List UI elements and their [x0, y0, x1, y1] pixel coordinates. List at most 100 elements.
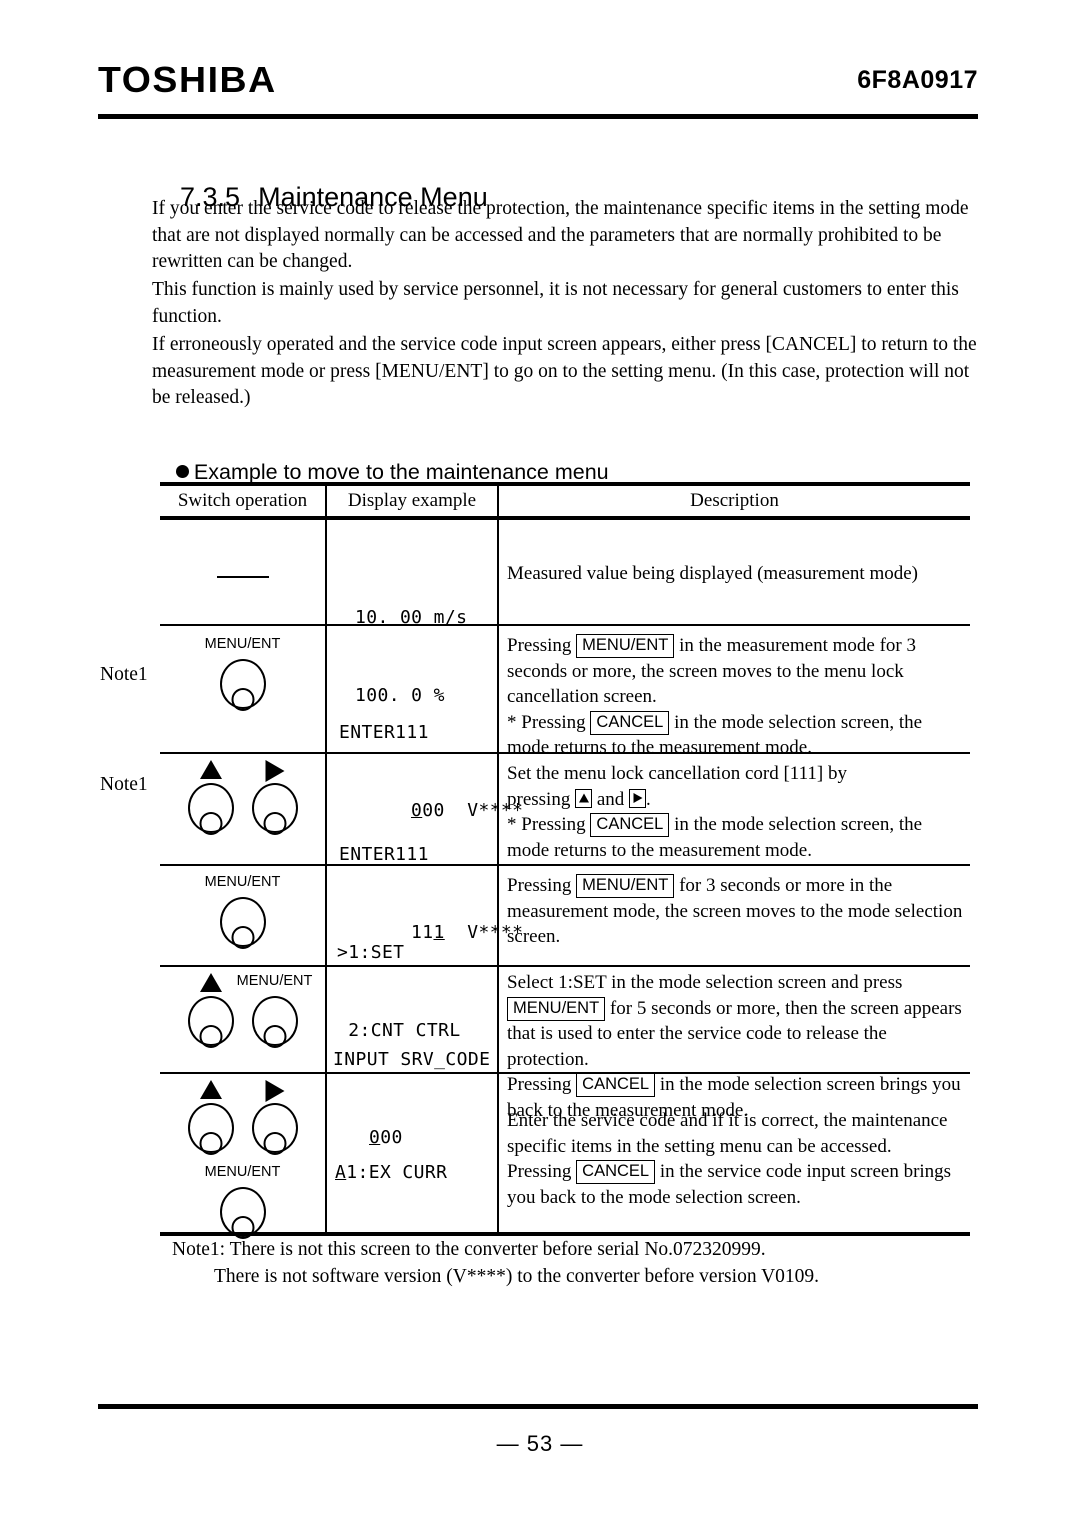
example-table: Switch operation Display example Descrip…: [160, 482, 970, 1237]
knob-icon: [219, 1187, 266, 1237]
note-label-row3: Note1: [100, 774, 148, 795]
triangle-right-icon: [265, 1080, 284, 1102]
button-group: MENU/ENT: [182, 973, 312, 1046]
footer-divider: [98, 1404, 978, 1409]
document-page: TOSHIBA 6F8A0917 7.3.5 Maintenance Menu I…: [0, 0, 1080, 1527]
description-cell: Measured value being displayed (measurem…: [507, 520, 970, 624]
up-arrow-button-icon[interactable]: [182, 1080, 240, 1153]
description-cell: Pressing MENU/ENT for 3 seconds or more …: [507, 864, 970, 965]
footnote-line-2: There is not software version (V****) to…: [214, 1266, 820, 1287]
knob-icon: [219, 659, 266, 709]
menu-ent-button-icon[interactable]: MENU/ENT: [205, 874, 280, 947]
triangle-up-icon: [199, 760, 222, 779]
description-cell: Select 1:SET in the mode selection scree…: [507, 965, 970, 1121]
button-caption: MENU/ENT: [236, 973, 313, 989]
display-example-cell: 10. 00 m/s 100. 0 %: [327, 520, 497, 706]
cancel-key-chip: CANCEL: [590, 813, 670, 837]
table-row: MENU/ENT INPUT SRV_CODE 000 Select 1:SET…: [160, 965, 970, 1148]
menu-ent-button-icon[interactable]: MENU/ENT: [237, 973, 312, 1046]
display-line: >1:SET: [337, 942, 405, 963]
knob-icon: [251, 1103, 298, 1153]
display-line: INPUT SRV_CODE: [333, 1049, 491, 1070]
description-text: Enter the service code and if it is corr…: [507, 1110, 948, 1157]
table-header-row: Switch operation Display example Descrip…: [160, 482, 970, 520]
column-header-description: Description: [690, 490, 779, 511]
page-header: TOSHIBA 6F8A0917: [98, 58, 978, 116]
triangle-right-icon: [633, 793, 643, 803]
header-divider: [98, 114, 978, 119]
right-arrow-key-chip: [629, 788, 647, 808]
no-operation-dash-icon: [216, 576, 269, 578]
button-group: [182, 760, 304, 833]
switch-operation-cell: [160, 752, 325, 864]
description-cell: Pressing MENU/ENT in the measurement mod…: [507, 624, 970, 758]
button-caption: MENU/ENT: [204, 874, 281, 890]
switch-operation-cell: [160, 520, 325, 624]
right-arrow-button-icon[interactable]: [246, 760, 304, 833]
button-group: MENU/ENT: [205, 874, 280, 947]
triangle-up-icon: [578, 793, 589, 803]
display-example-cell: >1:SET 2:CNT CTRL: [327, 864, 497, 1041]
knob-icon: [187, 996, 234, 1046]
description-text: Pressing CANCEL in the service code inpu…: [507, 1160, 952, 1208]
intro-paragraph-2: This function is mainly used by service …: [152, 279, 959, 327]
button-group: MENU/ENT: [205, 636, 280, 709]
switch-operation-cell: MENU/ENT: [160, 1072, 325, 1237]
column-header-switch-operation: Switch operation: [177, 490, 308, 511]
column-header-display-example: Display example: [347, 490, 477, 511]
display-example-cell: A1:EX CURR: [327, 1072, 497, 1236]
footnotes: Note1: There is not this screen to the c…: [172, 1236, 992, 1290]
display-example-cell: ENTER111 000 V****: [327, 624, 523, 821]
button-group: [182, 1080, 304, 1153]
triangle-up-icon: [199, 1080, 222, 1099]
right-arrow-button-icon[interactable]: [246, 1080, 304, 1153]
knob-icon: [251, 783, 298, 833]
cancel-key-chip: CANCEL: [576, 1160, 656, 1184]
description-text: Measured value being displayed (measurem…: [507, 563, 918, 584]
knob-icon: [187, 783, 234, 833]
menu-ent-button-icon[interactable]: MENU/ENT: [205, 1164, 280, 1237]
intro-paragraph-3: If erroneously operated and the service …: [152, 334, 977, 409]
description-cell: Set the menu lock cancellation cord [111…: [507, 752, 970, 864]
switch-operation-cell: MENU/ENT: [160, 864, 325, 965]
description-text: * Pressing CANCEL in the mode selection …: [507, 813, 923, 861]
menu-ent-button-icon[interactable]: MENU/ENT: [205, 636, 280, 709]
description-text: Select 1:SET in the mode selection scree…: [507, 972, 962, 1070]
display-example-cell: INPUT SRV_CODE 000: [327, 965, 497, 1148]
document-code: 6F8A0917: [857, 66, 978, 94]
table-row: MENU/ENT ENTER111 000 V**** Pressing MEN…: [160, 624, 970, 821]
table-row: MENU/ENT >1:SET 2:CNT CTRL Pressing MENU…: [160, 864, 970, 1041]
example-heading-text: Example to move to the maintenance menu: [193, 460, 609, 484]
triangle-right-icon: [265, 760, 284, 782]
bullet-dot-icon: [175, 465, 189, 478]
switch-operation-cell: MENU/ENT: [160, 624, 325, 752]
display-line: ENTER111: [339, 722, 429, 743]
knob-icon: [187, 1103, 234, 1153]
description-cell: Enter the service code and if it is corr…: [507, 1072, 970, 1236]
display-line: A1:EX CURR: [335, 1162, 448, 1183]
menu-ent-key-chip: MENU/ENT: [507, 996, 606, 1021]
description-text: Set the menu lock cancellation cord [111…: [507, 763, 847, 784]
intro-paragraph-1: If you enter the service code to release…: [152, 198, 969, 273]
description-text: Pressing MENU/ENT for 3 seconds or more …: [507, 874, 963, 947]
knob-icon: [219, 897, 266, 947]
menu-ent-key-chip: MENU/ENT: [576, 634, 675, 658]
toshiba-logo: TOSHIBA: [98, 59, 277, 100]
note-label-row2: Note1: [100, 664, 148, 685]
display-example-cell: ENTER111 111 V****: [327, 752, 523, 943]
cancel-key-chip: CANCEL: [590, 710, 670, 735]
description-text: pressing and .: [507, 788, 651, 810]
up-arrow-button-icon[interactable]: [182, 973, 240, 1046]
table-row: 10. 00 m/s 100. 0 % Measured value being…: [160, 520, 970, 706]
table-row: MENU/ENT A1:EX CURR Enter the service co…: [160, 1072, 970, 1237]
button-caption: MENU/ENT: [204, 636, 281, 652]
button-group: MENU/ENT: [205, 1164, 280, 1237]
display-cursor-digit: A: [335, 1162, 347, 1183]
up-arrow-key-chip: [575, 788, 593, 808]
footnote-line-1: Note1: There is not this screen to the c…: [172, 1239, 766, 1260]
table-row: ENTER111 111 V**** Set the menu lock can…: [160, 752, 970, 943]
description-text: Pressing MENU/ENT in the measurement mod…: [507, 634, 916, 707]
up-arrow-button-icon[interactable]: [182, 760, 240, 833]
knob-icon: [251, 996, 298, 1046]
switch-operation-cell: MENU/ENT: [160, 965, 325, 1072]
